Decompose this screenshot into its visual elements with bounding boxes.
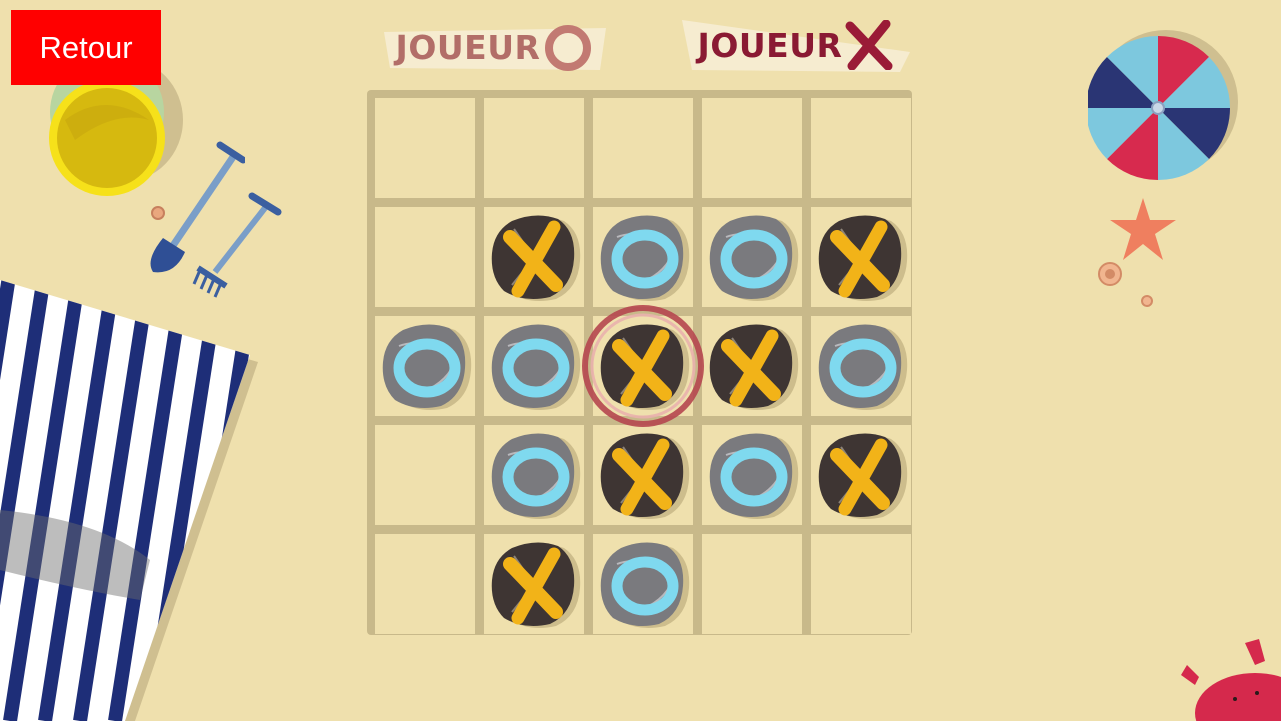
o-stone-icon [818,324,908,410]
o-stone-icon [709,215,799,301]
x-stone-icon [709,324,799,410]
o-stone-icon [600,215,690,301]
board-cell-r1-c1[interactable] [484,207,584,307]
board-cell-r2-c1[interactable] [484,316,584,416]
seashell-icon [151,206,165,220]
player-x-badge: JOUEUR [680,16,912,74]
board-cell-r3-c0[interactable] [375,425,475,525]
x-stone-icon [491,215,581,301]
seashell-icon [1098,262,1122,286]
board-cell-r0-c2[interactable] [593,98,693,198]
player-x-label: JOUEUR [697,25,843,65]
board-cell-r1-c4[interactable] [811,207,911,307]
board-cell-r2-c2[interactable] [593,316,693,416]
game-board [367,90,912,635]
o-stone-icon [709,433,799,519]
board-cell-r4-c0[interactable] [375,534,475,634]
towel-icon [0,280,258,721]
x-stone-icon [600,433,690,519]
board-cell-r1-c3[interactable] [702,207,802,307]
player-o-badge: JOUEUR [380,18,610,76]
x-stone-icon [818,433,908,519]
board-cell-r4-c1[interactable] [484,534,584,634]
x-stone-icon [818,215,908,301]
player-o-label: JOUEUR [395,27,541,67]
board-cell-r4-c2[interactable] [593,534,693,634]
starfish-icon [1110,198,1176,260]
seashell-icon [1141,295,1153,307]
o-stone-icon [491,324,581,410]
back-button[interactable]: Retour [11,10,161,85]
o-stone-icon [491,433,581,519]
o-stone-icon [382,324,472,410]
board-cell-r0-c4[interactable] [811,98,911,198]
o-stone-icon [600,542,690,628]
board-cell-r4-c3[interactable] [702,534,802,634]
board-cell-r0-c0[interactable] [375,98,475,198]
x-stone-icon [491,542,581,628]
board-cell-r3-c1[interactable] [484,425,584,525]
board-cell-r4-c4[interactable] [811,534,911,634]
x-symbol-icon [845,20,893,70]
board-cell-r0-c1[interactable] [484,98,584,198]
o-symbol-icon [545,25,592,71]
board-cell-r0-c3[interactable] [702,98,802,198]
crab-icon [1181,639,1281,721]
board-cell-r1-c0[interactable] [375,207,475,307]
board-cell-r3-c2[interactable] [593,425,693,525]
beach-umbrella-icon [1088,30,1238,181]
x-stone-icon [600,324,690,410]
board-cell-r2-c4[interactable] [811,316,911,416]
board-cell-r3-c3[interactable] [702,425,802,525]
board-cell-r3-c4[interactable] [811,425,911,525]
board-cell-r1-c2[interactable] [593,207,693,307]
board-cell-r2-c0[interactable] [375,316,475,416]
board-cell-r2-c3[interactable] [702,316,802,416]
